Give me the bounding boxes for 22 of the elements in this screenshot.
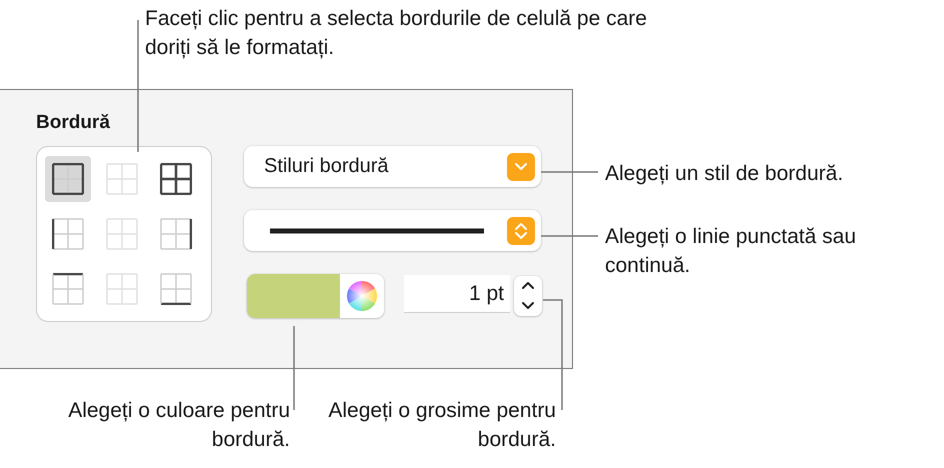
color-wheel-icon (346, 280, 378, 312)
callout-text: Alegeți o culoare pentru bordură. (67, 398, 290, 453)
color-well[interactable] (247, 274, 384, 318)
callout-text: Alegeți o grosime pentru bordură. (327, 398, 556, 453)
border-grid-icon (106, 163, 138, 195)
border-style-dropdown[interactable]: Stiluri bordură (244, 146, 541, 187)
callout-text: Alegeți un stil de bordură. (605, 161, 844, 187)
line-style-dropdown[interactable] (244, 210, 541, 251)
border-grid-icon (106, 218, 138, 250)
border-grid-icon (52, 218, 84, 250)
callout-text: Alegeți o linie punctată sau continuă. (605, 224, 858, 279)
border-grid-icon (52, 273, 84, 305)
border-width-field[interactable]: 1 pt (404, 275, 510, 313)
border-grid-icon (160, 273, 192, 305)
border-grid-icon (52, 163, 84, 195)
border-grid-icon (106, 273, 138, 305)
panel-title: Bordură (36, 112, 111, 134)
border-grid-icon (160, 163, 192, 195)
border-button[interactable] (45, 156, 91, 202)
width-stepper[interactable] (514, 276, 542, 316)
callout-text: Faceți clic pentru a selecta bordurile de celulă pe care doriți să le formatați. (145, 6, 648, 61)
border-grid-icon (160, 218, 192, 250)
